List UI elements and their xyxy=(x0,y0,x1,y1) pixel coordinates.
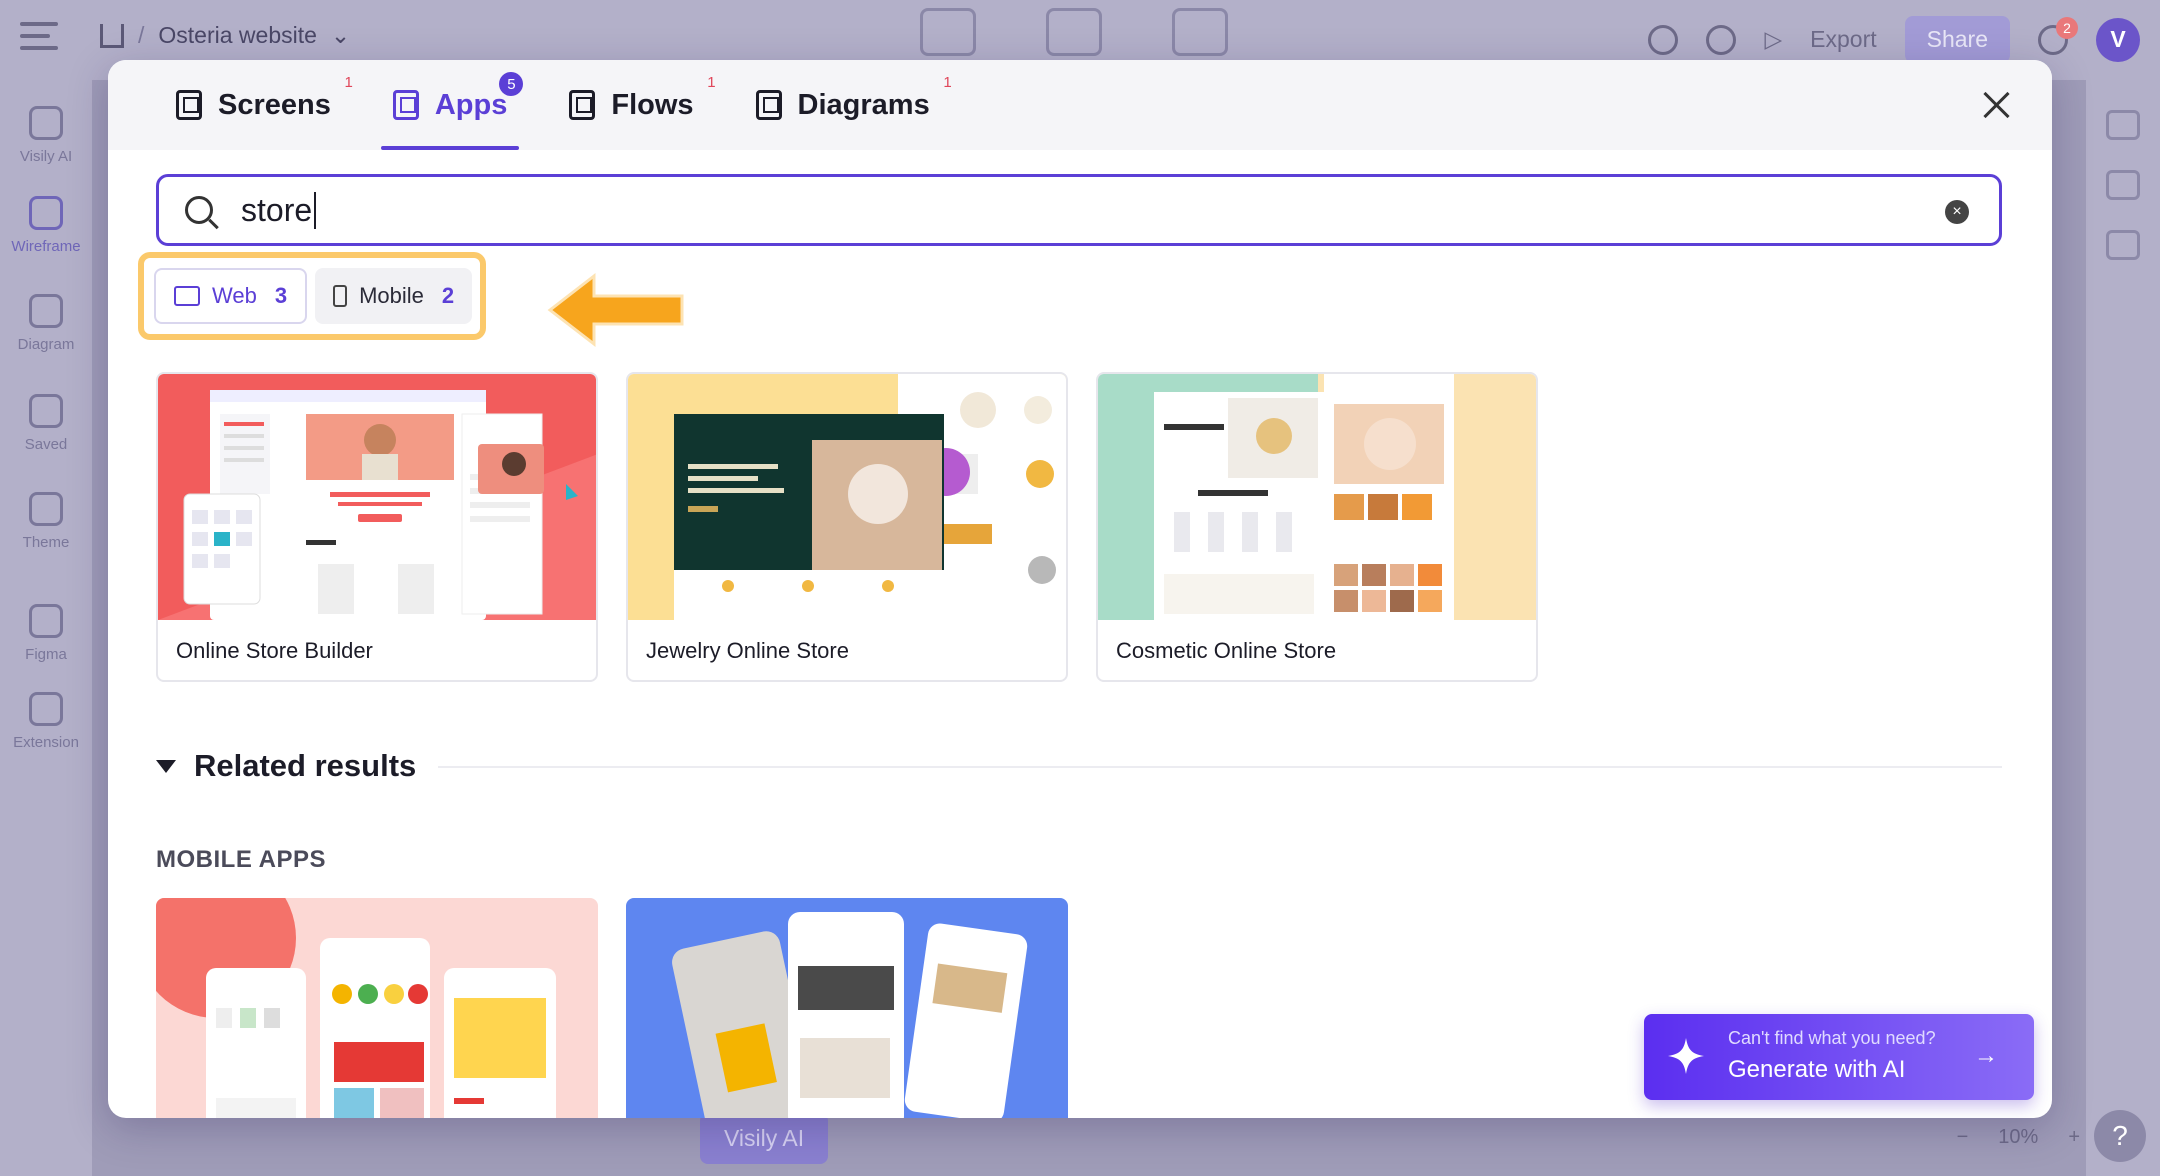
top-actions: ▷ Export Share 2 V xyxy=(1648,16,2140,63)
right-sidebar xyxy=(2086,80,2160,1176)
project-name[interactable]: Osteria website xyxy=(158,22,317,49)
screen-icon xyxy=(176,90,202,120)
wireframe-icon xyxy=(29,196,63,230)
theme-icon xyxy=(29,492,63,526)
template-title: Online Store Builder xyxy=(176,638,373,663)
filter-count: 2 xyxy=(441,283,455,308)
template-card[interactable]: Jewelry Online Store xyxy=(626,372,1068,682)
comment-icon[interactable] xyxy=(2106,230,2140,260)
tab-badge: 1 xyxy=(344,74,353,91)
template-title: Jewelry Online Store xyxy=(646,638,849,663)
zoom-in-button[interactable]: + xyxy=(2068,1126,2080,1149)
visily-ai-button[interactable]: Visily AI xyxy=(700,1112,829,1164)
avatar[interactable]: V xyxy=(2096,17,2140,62)
tab-screens[interactable]: Screens 1 xyxy=(164,60,353,150)
browser-icon xyxy=(174,286,200,306)
tab-diagrams[interactable]: Diagrams 1 xyxy=(744,60,952,150)
mode-switcher xyxy=(920,8,1228,56)
sidebar-item-theme[interactable]: Theme xyxy=(0,492,92,551)
phone-icon xyxy=(333,285,348,307)
filter-web[interactable]: Web 3 xyxy=(154,268,308,324)
bottom-toolbar: Visily AI xyxy=(700,1110,1480,1166)
export-button[interactable]: Export xyxy=(1810,26,1876,53)
help-button[interactable]: ? xyxy=(2094,1110,2146,1162)
sidebar-item-saved[interactable]: Saved xyxy=(0,394,92,453)
generate-hint: Can't find what you need? xyxy=(1728,1028,1936,1048)
template-thumbnail xyxy=(1098,374,1536,620)
zoom-level: 10% xyxy=(1998,1126,2039,1148)
tab-badge: 1 xyxy=(707,74,716,91)
tab-badge: 1 xyxy=(943,74,952,91)
diagram-icon xyxy=(755,90,782,120)
related-results-toggle[interactable]: Related results xyxy=(156,748,416,784)
zoom-controls: − 10% + xyxy=(1957,1126,2080,1149)
search-icon xyxy=(185,196,213,224)
sparkle-icon xyxy=(29,106,63,140)
saved-icon xyxy=(29,394,63,428)
search-icon[interactable] xyxy=(1648,24,1679,55)
add-icon[interactable] xyxy=(1706,24,1737,55)
template-title: Cosmetic Online Store xyxy=(1116,638,1337,663)
layers-icon[interactable] xyxy=(2106,170,2140,200)
prototype-mode-icon[interactable] xyxy=(1046,8,1102,56)
template-card[interactable]: Cosmetic Online Store xyxy=(1096,372,1538,682)
sidebar-item-extension[interactable]: Extension xyxy=(0,692,92,751)
play-icon[interactable]: ▷ xyxy=(1764,26,1782,53)
section-label: MOBILE APPS xyxy=(156,846,326,873)
tab-apps[interactable]: Apps 5 xyxy=(380,60,524,150)
notifications[interactable]: 2 xyxy=(2038,16,2078,55)
caret-down-icon xyxy=(156,759,176,773)
divider xyxy=(438,766,2002,768)
template-thumbnail xyxy=(628,374,1066,620)
tab-badge: 5 xyxy=(499,72,524,96)
chevron-down-icon[interactable]: ⌄ xyxy=(331,22,350,49)
code-mode-icon[interactable] xyxy=(1172,8,1228,56)
zoom-out-button[interactable]: − xyxy=(1957,1126,1969,1149)
search-value[interactable]: store xyxy=(241,191,317,229)
generate-label: Generate with AI xyxy=(1728,1056,1906,1083)
template-thumbnail xyxy=(158,374,596,620)
sidebar-item-figma[interactable]: Figma xyxy=(0,604,92,663)
figma-icon xyxy=(29,604,63,638)
clear-search-icon[interactable]: × xyxy=(1945,200,1969,224)
hamburger-menu-icon[interactable] xyxy=(20,22,58,56)
tab-flows[interactable]: Flows 1 xyxy=(557,60,716,150)
home-icon[interactable] xyxy=(100,23,124,48)
mobile-template-card[interactable] xyxy=(626,898,1068,1118)
sidebar-item-visily-ai[interactable]: Visily AI xyxy=(0,106,92,165)
template-card[interactable]: Online Store Builder xyxy=(156,372,598,682)
flow-icon xyxy=(569,90,596,120)
template-thumbnail xyxy=(156,898,598,1118)
arrow-right-icon: → xyxy=(1974,1042,1998,1069)
modal-header: Screens 1 Apps 5 Flows 1 Diagrams 1 xyxy=(108,60,2052,150)
generate-with-ai-button[interactable]: Can't find what you need? Generate with … xyxy=(1644,1014,2034,1100)
sidebar-item-diagram[interactable]: Diagram xyxy=(0,294,92,353)
breadcrumb: / Osteria website ⌄ xyxy=(100,22,350,49)
modal-tabs: Screens 1 Apps 5 Flows 1 Diagrams 1 xyxy=(164,60,980,150)
platform-filter: Web 3 Mobile 2 xyxy=(138,252,486,340)
diagram-icon xyxy=(29,294,63,328)
design-mode-icon[interactable] xyxy=(920,8,976,56)
filter-mobile[interactable]: Mobile 2 xyxy=(315,268,473,324)
sparkle-icon xyxy=(1668,1038,1704,1074)
filter-count: 3 xyxy=(274,283,288,308)
left-sidebar: Visily AI Wireframe Diagram Saved Theme … xyxy=(0,80,92,1176)
sidebar-item-wireframe[interactable]: Wireframe xyxy=(0,196,92,255)
close-icon[interactable] xyxy=(1982,90,2012,120)
mobile-template-card[interactable] xyxy=(156,898,598,1118)
pointer-arrow-icon xyxy=(547,272,684,348)
template-thumbnail xyxy=(626,898,1068,1118)
sliders-icon[interactable] xyxy=(2106,110,2140,140)
search-input[interactable]: store × xyxy=(156,174,2002,246)
notification-badge: 2 xyxy=(2056,16,2078,39)
app-icon xyxy=(392,90,419,120)
puzzle-icon xyxy=(29,692,63,726)
template-library-modal: Screens 1 Apps 5 Flows 1 Diagrams 1 stor… xyxy=(108,60,2052,1118)
share-button[interactable]: Share xyxy=(1904,16,2010,63)
